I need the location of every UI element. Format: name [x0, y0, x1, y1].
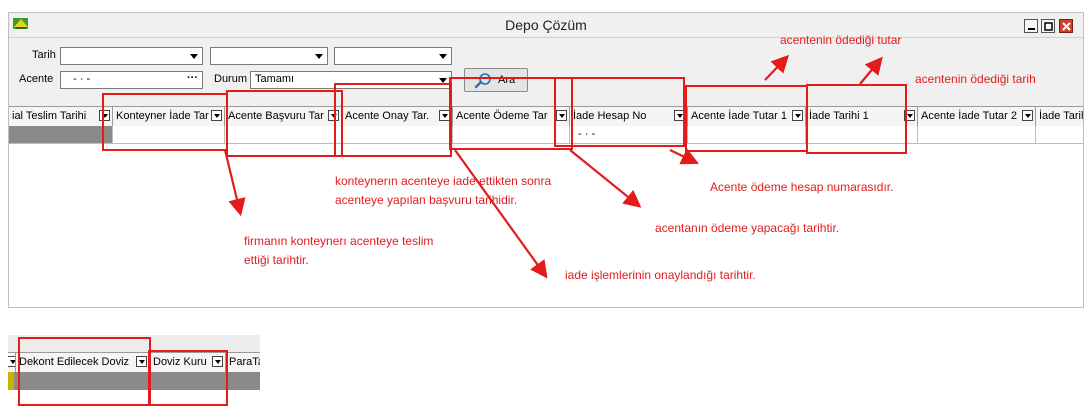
- annotation-paid-amount: acentenin ödediği tutar: [780, 33, 902, 47]
- annotation-delivery-line2: ettiği tarihtir.: [244, 253, 309, 267]
- annotation-arrows: [223, 54, 883, 279]
- annotation-paid-date: acentenin ödediği tarih: [915, 72, 1036, 86]
- annotation-payment-date: acentanın ödeme yapacağı tarihtir.: [655, 221, 840, 235]
- annotation-application-line1: konteynerın acenteye iade ettikten sonra: [335, 174, 552, 188]
- annotation-application-line2: acenteye yapılan başvuru tarihidir.: [335, 193, 518, 207]
- annotation-approval-date: iade işlemlerinin onaylandığı tarihtir.: [565, 268, 756, 282]
- annotation-delivery-line1: firmanın konteynerı acenteye teslim: [244, 234, 434, 248]
- annotation-account-no: Acente ödeme hesap numarasıdır.: [710, 180, 894, 194]
